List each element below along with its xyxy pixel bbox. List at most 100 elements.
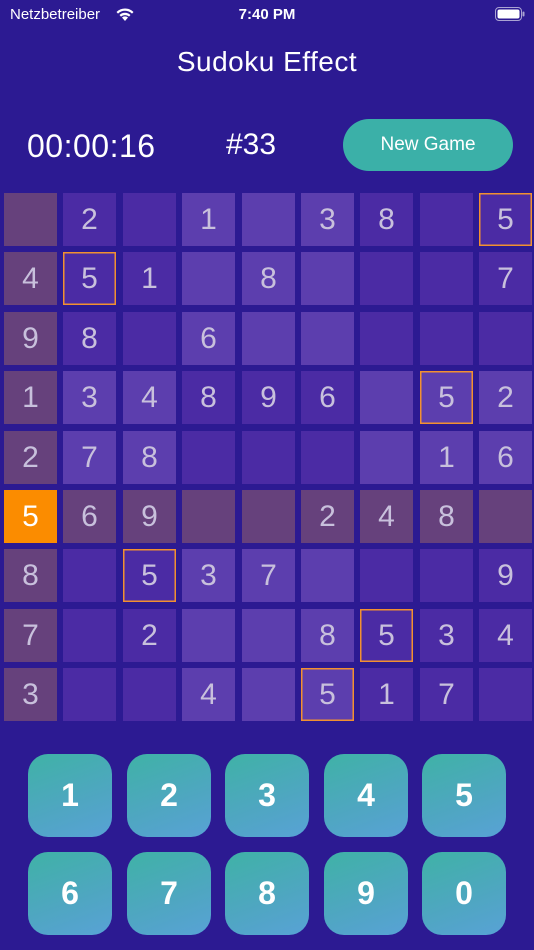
sudoku-cell-r2c8[interactable]	[420, 252, 473, 305]
sudoku-board: 2138545187986134896522781656924885379728…	[0, 193, 534, 723]
sudoku-cell-r6c8[interactable]: 8	[420, 490, 473, 543]
sudoku-cell-r9c9[interactable]	[479, 668, 532, 721]
sudoku-cell-r9c8[interactable]: 7	[420, 668, 473, 721]
sudoku-cell-r8c7[interactable]: 5	[360, 609, 413, 662]
sudoku-cell-r1c1[interactable]	[4, 193, 57, 246]
sudoku-cell-r8c6[interactable]: 8	[301, 609, 354, 662]
sudoku-cell-r3c9[interactable]	[479, 312, 532, 365]
sudoku-cell-r8c1[interactable]: 7	[4, 609, 57, 662]
sudoku-cell-r7c4[interactable]: 3	[182, 549, 235, 602]
keypad-button-0[interactable]: 0	[422, 852, 506, 935]
battery-icon	[495, 7, 525, 21]
sudoku-cell-r4c3[interactable]: 4	[123, 371, 176, 424]
keypad-button-8[interactable]: 8	[225, 852, 309, 935]
game-number: #33	[226, 128, 277, 161]
sudoku-cell-r2c9[interactable]: 7	[479, 252, 532, 305]
sudoku-cell-r5c1[interactable]: 2	[4, 431, 57, 484]
sudoku-cell-r9c7[interactable]: 1	[360, 668, 413, 721]
sudoku-cell-r4c4[interactable]: 8	[182, 371, 235, 424]
sudoku-cell-r3c5[interactable]	[242, 312, 295, 365]
keypad-button-9[interactable]: 9	[324, 852, 408, 935]
sudoku-cell-r1c4[interactable]: 1	[182, 193, 235, 246]
sudoku-cell-r1c9[interactable]: 5	[479, 193, 532, 246]
sudoku-cell-r4c8[interactable]: 5	[420, 371, 473, 424]
sudoku-cell-r7c5[interactable]: 7	[242, 549, 295, 602]
sudoku-cell-r1c7[interactable]: 8	[360, 193, 413, 246]
sudoku-cell-r3c3[interactable]	[123, 312, 176, 365]
sudoku-cell-r9c4[interactable]: 4	[182, 668, 235, 721]
sudoku-cell-r5c3[interactable]: 8	[123, 431, 176, 484]
sudoku-cell-r3c4[interactable]: 6	[182, 312, 235, 365]
sudoku-cell-r1c5[interactable]	[242, 193, 295, 246]
sudoku-cell-r9c2[interactable]	[63, 668, 116, 721]
sudoku-cell-r6c1[interactable]: 5	[4, 490, 57, 543]
sudoku-cell-r8c5[interactable]	[242, 609, 295, 662]
sudoku-cell-r4c5[interactable]: 9	[242, 371, 295, 424]
sudoku-cell-r6c7[interactable]: 4	[360, 490, 413, 543]
sudoku-cell-r9c1[interactable]: 3	[4, 668, 57, 721]
sudoku-cell-r3c8[interactable]	[420, 312, 473, 365]
keypad-button-2[interactable]: 2	[127, 754, 211, 837]
sudoku-cell-r7c6[interactable]	[301, 549, 354, 602]
sudoku-cell-r5c2[interactable]: 7	[63, 431, 116, 484]
sudoku-cell-r2c3[interactable]: 1	[123, 252, 176, 305]
sudoku-cell-r4c7[interactable]	[360, 371, 413, 424]
sudoku-cell-r4c1[interactable]: 1	[4, 371, 57, 424]
sudoku-cell-r7c8[interactable]	[420, 549, 473, 602]
sudoku-cell-r9c3[interactable]	[123, 668, 176, 721]
sudoku-cell-r6c2[interactable]: 6	[63, 490, 116, 543]
sudoku-cell-r8c4[interactable]	[182, 609, 235, 662]
sudoku-cell-r7c3[interactable]: 5	[123, 549, 176, 602]
keypad-button-4[interactable]: 4	[324, 754, 408, 837]
sudoku-cell-r7c9[interactable]: 9	[479, 549, 532, 602]
sudoku-cell-r2c1[interactable]: 4	[4, 252, 57, 305]
sudoku-cell-r2c5[interactable]: 8	[242, 252, 295, 305]
sudoku-cell-r2c7[interactable]	[360, 252, 413, 305]
sudoku-cell-r3c1[interactable]: 9	[4, 312, 57, 365]
sudoku-cell-r1c2[interactable]: 2	[63, 193, 116, 246]
sudoku-cell-r8c3[interactable]: 2	[123, 609, 176, 662]
sudoku-cell-r2c4[interactable]	[182, 252, 235, 305]
keypad-button-1[interactable]: 1	[28, 754, 112, 837]
sudoku-cell-r1c8[interactable]	[420, 193, 473, 246]
sudoku-cell-r5c5[interactable]	[242, 431, 295, 484]
sudoku-cell-r8c9[interactable]: 4	[479, 609, 532, 662]
keypad-button-5[interactable]: 5	[422, 754, 506, 837]
number-keypad: 12345 67890	[0, 750, 534, 940]
sudoku-cell-r6c6[interactable]: 2	[301, 490, 354, 543]
sudoku-cell-r5c9[interactable]: 6	[479, 431, 532, 484]
sudoku-cell-r5c8[interactable]: 1	[420, 431, 473, 484]
page-title: Sudoku Effect	[176, 46, 358, 77]
game-timer: 00:00:16	[27, 128, 156, 164]
sudoku-cell-r2c6[interactable]	[301, 252, 354, 305]
keypad-button-7[interactable]: 7	[127, 852, 211, 935]
sudoku-cell-r1c6[interactable]: 3	[301, 193, 354, 246]
sudoku-cell-r2c2[interactable]: 5	[63, 252, 116, 305]
sudoku-cell-r5c7[interactable]	[360, 431, 413, 484]
keypad-button-6[interactable]: 6	[28, 852, 112, 935]
sudoku-cell-r7c2[interactable]	[63, 549, 116, 602]
keypad-button-3[interactable]: 3	[225, 754, 309, 837]
sudoku-cell-r4c6[interactable]: 6	[301, 371, 354, 424]
sudoku-cell-r1c3[interactable]	[123, 193, 176, 246]
sudoku-cell-r8c2[interactable]	[63, 609, 116, 662]
sudoku-cell-r6c5[interactable]	[242, 490, 295, 543]
sudoku-cell-r6c9[interactable]	[479, 490, 532, 543]
sudoku-cell-r4c9[interactable]: 2	[479, 371, 532, 424]
sudoku-cell-r6c4[interactable]	[182, 490, 235, 543]
status-time: 7:40 PM	[238, 6, 296, 23]
sudoku-cell-r6c3[interactable]: 9	[123, 490, 176, 543]
sudoku-cell-r5c4[interactable]	[182, 431, 235, 484]
sudoku-cell-r3c2[interactable]: 8	[63, 312, 116, 365]
sudoku-cell-r7c7[interactable]	[360, 549, 413, 602]
sudoku-cell-r8c8[interactable]: 3	[420, 609, 473, 662]
sudoku-cell-r9c6[interactable]: 5	[301, 668, 354, 721]
status-bar: Netzbetreiber 7:40 PM	[0, 0, 534, 30]
sudoku-cell-r7c1[interactable]: 8	[4, 549, 57, 602]
sudoku-cell-r4c2[interactable]: 3	[63, 371, 116, 424]
new-game-button[interactable]: New Game	[343, 119, 513, 171]
sudoku-cell-r3c7[interactable]	[360, 312, 413, 365]
sudoku-cell-r9c5[interactable]	[242, 668, 295, 721]
sudoku-cell-r3c6[interactable]	[301, 312, 354, 365]
sudoku-cell-r5c6[interactable]	[301, 431, 354, 484]
